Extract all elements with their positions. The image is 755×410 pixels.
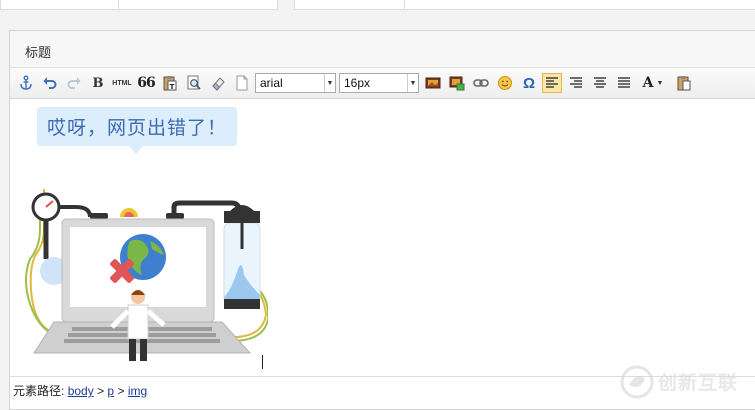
rich-text-editor: 标题 B HTML 66 T arial ▼ 16px ▼ Ω A ▼ 哎呀，网… [9,30,755,410]
caret-down-icon: ▼ [656,79,664,87]
chevron-down-icon: ▼ [324,74,335,92]
html-button[interactable]: HTML [111,73,133,93]
find-icon[interactable] [184,73,204,93]
paste-icon[interactable] [674,73,694,93]
editor-title-row: 标题 [10,31,755,68]
watermark-icon [620,365,654,399]
error-illustration-image[interactable]: 哎呀，网页出错了！ [18,99,268,361]
editor-toolbar: B HTML 66 T arial ▼ 16px ▼ Ω A ▼ [10,68,755,99]
top-tab-left[interactable] [0,0,278,10]
path-link-p[interactable]: p [107,384,114,398]
eraser-icon[interactable] [208,73,228,93]
align-left-icon[interactable] [542,73,562,93]
align-justify-icon[interactable] [614,73,634,93]
paste-text-icon[interactable]: T [160,73,180,93]
top-tab-strip [0,0,755,10]
text-cursor [262,355,263,369]
element-path-label: 元素路径: [13,384,65,398]
element-path: 元素路径: body > p > img [13,382,147,399]
editor-content-area[interactable]: 哎呀，网页出错了！ [10,99,755,369]
align-right-icon[interactable] [566,73,586,93]
new-page-icon[interactable] [232,73,252,93]
laptop-error-illustration [25,189,268,361]
editor-title-label: 标题 [25,45,52,60]
svg-text:T: T [170,83,175,91]
tab-divider [404,0,405,9]
align-center-icon[interactable] [590,73,610,93]
tab-divider [118,0,119,9]
undo-icon[interactable] [40,73,60,93]
watermark-text: 创新互联 [658,373,739,394]
bold-button[interactable]: B [88,73,108,93]
special-char-icon[interactable]: Ω [519,73,539,93]
font-family-select[interactable]: arial ▼ [255,73,336,93]
blockquote-button[interactable]: 66 [136,73,156,93]
path-separator: > [117,384,125,398]
path-link-img[interactable]: img [128,384,147,398]
emoticon-icon[interactable] [495,73,515,93]
insert-image-icon[interactable] [423,73,443,93]
path-separator: > [97,384,105,398]
link-icon[interactable] [471,73,491,93]
insert-multi-image-icon[interactable] [447,73,467,93]
anchor-icon[interactable] [16,73,36,93]
font-color-button[interactable]: A ▼ [640,73,666,93]
redo-icon[interactable] [64,73,84,93]
watermark-logo: 创新互联 [620,362,755,402]
font-size-select[interactable]: 16px ▼ [339,73,419,93]
path-link-body[interactable]: body [68,384,94,398]
chevron-down-icon: ▼ [407,74,418,92]
top-tab-right[interactable] [294,0,755,10]
